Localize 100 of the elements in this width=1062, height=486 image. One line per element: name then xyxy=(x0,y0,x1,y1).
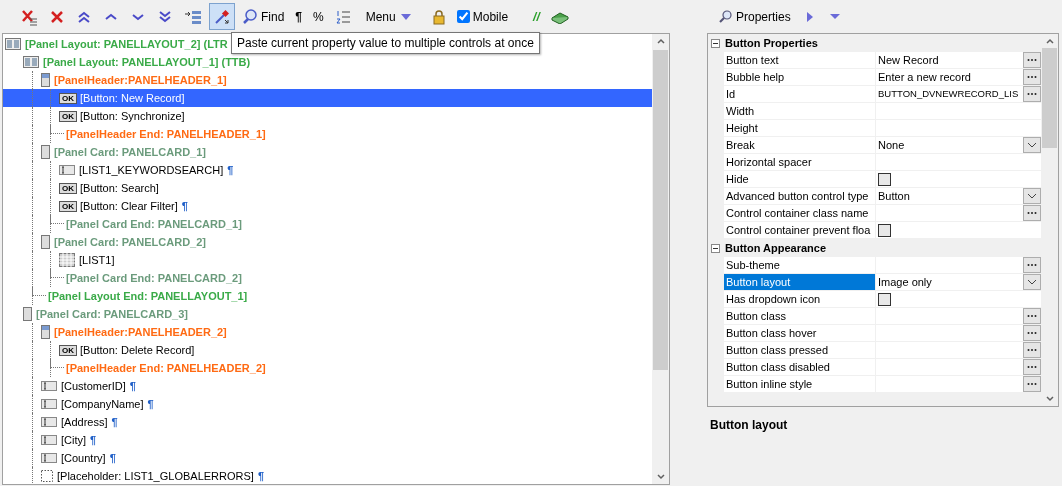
tree-item[interactable]: [Placeholder: LIST1_GLOBALERRORS] ¶ xyxy=(3,467,652,484)
ellipsis-button[interactable] xyxy=(1023,69,1041,85)
chevron-down-icon xyxy=(1027,142,1037,148)
play-icon xyxy=(804,10,815,23)
ellipsis-button[interactable] xyxy=(1023,52,1041,68)
value-cell[interactable] xyxy=(875,205,1041,222)
ellipsis-button[interactable] xyxy=(1023,376,1041,392)
more-icon xyxy=(1027,331,1037,335)
value-cell[interactable] xyxy=(875,120,1041,137)
value-cell[interactable] xyxy=(875,257,1041,274)
paste-button[interactable] xyxy=(209,3,235,30)
panel-header-icon xyxy=(41,325,50,339)
property-name[interactable]: Horizontal spacer xyxy=(724,154,875,171)
dropdown-button[interactable] xyxy=(1023,188,1041,204)
tree-item[interactable]: OK [Button: Search] xyxy=(3,179,652,197)
property-name[interactable]: Button class disabled xyxy=(724,359,875,376)
properties-button[interactable]: Properties xyxy=(715,3,795,30)
value-cell[interactable] xyxy=(875,222,1041,239)
value-cell[interactable]: Button xyxy=(875,188,1041,205)
property-name[interactable]: Button layout xyxy=(724,274,875,291)
tree-item[interactable]: OK [Button: Clear Filter] ¶ xyxy=(3,197,652,215)
percent-button[interactable]: % xyxy=(309,3,328,30)
mobile-label[interactable]: Mobile xyxy=(472,10,509,23)
value-cell[interactable] xyxy=(875,291,1041,308)
ellipsis-button[interactable] xyxy=(1023,86,1041,102)
checkbox[interactable] xyxy=(878,172,891,186)
property-name[interactable]: Button class xyxy=(724,308,875,325)
node-label: [Panel Card: PANELCARD_1] xyxy=(54,144,206,160)
checkbox[interactable] xyxy=(456,10,470,23)
property-name[interactable]: Has dropdown icon xyxy=(724,291,875,308)
node-label: [Button: Synchronize] xyxy=(80,108,185,124)
more-icon xyxy=(1027,263,1037,267)
find-button[interactable]: Find xyxy=(238,3,289,30)
tree-item[interactable]: OK [Button: Synchronize] xyxy=(3,107,652,125)
dropdown-button[interactable] xyxy=(1023,274,1041,290)
node-label: [Button: Clear Filter] xyxy=(80,198,178,214)
tree-item[interactable]: [CustomerID] ¶ xyxy=(3,377,652,395)
property-name[interactable]: Button text xyxy=(724,52,875,69)
ellipsis-button[interactable] xyxy=(1023,359,1041,375)
value-cell[interactable] xyxy=(875,103,1041,120)
button-type-icon: OK xyxy=(59,344,77,356)
collapse-icon[interactable] xyxy=(711,38,720,48)
property-name[interactable]: Id xyxy=(724,86,875,103)
ellipsis-button[interactable] xyxy=(1023,257,1041,273)
property-name[interactable]: Button inline style xyxy=(724,376,875,393)
value-cell[interactable]: Image only xyxy=(875,274,1041,291)
node-label: [Panel Card: PANELCARD_3] xyxy=(36,306,188,322)
panel-layout-icon xyxy=(23,56,39,68)
value-cell[interactable] xyxy=(875,376,1041,393)
value-cell[interactable] xyxy=(875,171,1041,188)
property-value: Button xyxy=(878,189,911,204)
value-cell[interactable] xyxy=(875,325,1041,342)
scroll-thumb[interactable] xyxy=(653,50,668,370)
tree-item[interactable]: [Country] ¶ xyxy=(3,449,652,467)
more-icon xyxy=(1027,58,1037,62)
property-name[interactable]: Sub-theme xyxy=(724,257,875,274)
caret-icon xyxy=(398,11,413,22)
collapse-icon[interactable] xyxy=(711,243,720,253)
value-cell[interactable]: New Record xyxy=(875,52,1041,69)
tree-item[interactable]: [LIST1] xyxy=(3,251,652,269)
property-name[interactable]: Hide xyxy=(724,171,875,188)
property-name[interactable]: Width xyxy=(724,103,875,120)
value-cell[interactable] xyxy=(875,308,1041,325)
panel-header-icon xyxy=(41,73,50,87)
tree-item[interactable]: OK [Button: Delete Record] xyxy=(3,341,652,359)
value-cell[interactable] xyxy=(875,154,1041,171)
ellipsis-button[interactable] xyxy=(1023,205,1041,221)
scroll-thumb[interactable] xyxy=(1042,48,1057,148)
delete-icon xyxy=(49,8,65,25)
value-cell[interactable]: None xyxy=(875,137,1041,154)
value-cell[interactable]: BUTTON_DVNEWRECORD_LIS xyxy=(875,86,1041,103)
ellipsis-button[interactable] xyxy=(1023,325,1041,341)
pilcrow-button[interactable]: ¶ xyxy=(291,3,307,30)
property-name[interactable]: Bubble help xyxy=(724,69,875,86)
property-name[interactable]: Button class hover xyxy=(724,325,875,342)
property-name[interactable]: Advanced button control type xyxy=(724,188,875,205)
tree-item[interactable]: [LIST1_KEYWORDSEARCH] ¶ xyxy=(3,161,652,179)
menu-button[interactable]: Menu xyxy=(361,3,417,30)
property-name[interactable]: Control container class name xyxy=(724,205,875,222)
tree-item[interactable]: OK [Button: New Record] xyxy=(3,89,652,107)
text-field-icon xyxy=(41,453,57,463)
value-cell[interactable]: Enter a new record xyxy=(875,69,1041,86)
checkbox[interactable] xyxy=(878,292,891,306)
dropdown-button[interactable] xyxy=(1023,137,1041,153)
checkbox[interactable] xyxy=(878,223,891,237)
button-type-icon: OK xyxy=(59,200,77,212)
property-name[interactable]: Height xyxy=(724,120,875,137)
scrollbar[interactable] xyxy=(652,34,669,484)
tree-item[interactable]: [CompanyName] ¶ xyxy=(3,395,652,413)
tree-item[interactable]: [City] ¶ xyxy=(3,431,652,449)
property-name[interactable]: Control container prevent floa xyxy=(724,222,875,239)
property-name[interactable]: Button class pressed xyxy=(724,342,875,359)
property-value: None xyxy=(878,138,906,153)
value-cell[interactable] xyxy=(875,359,1041,376)
property-name[interactable]: Break xyxy=(724,137,875,154)
text-field-icon xyxy=(41,417,57,427)
tree-item[interactable]: [Address] ¶ xyxy=(3,413,652,431)
ellipsis-button[interactable] xyxy=(1023,342,1041,358)
ellipsis-button[interactable] xyxy=(1023,308,1041,324)
value-cell[interactable] xyxy=(875,342,1041,359)
